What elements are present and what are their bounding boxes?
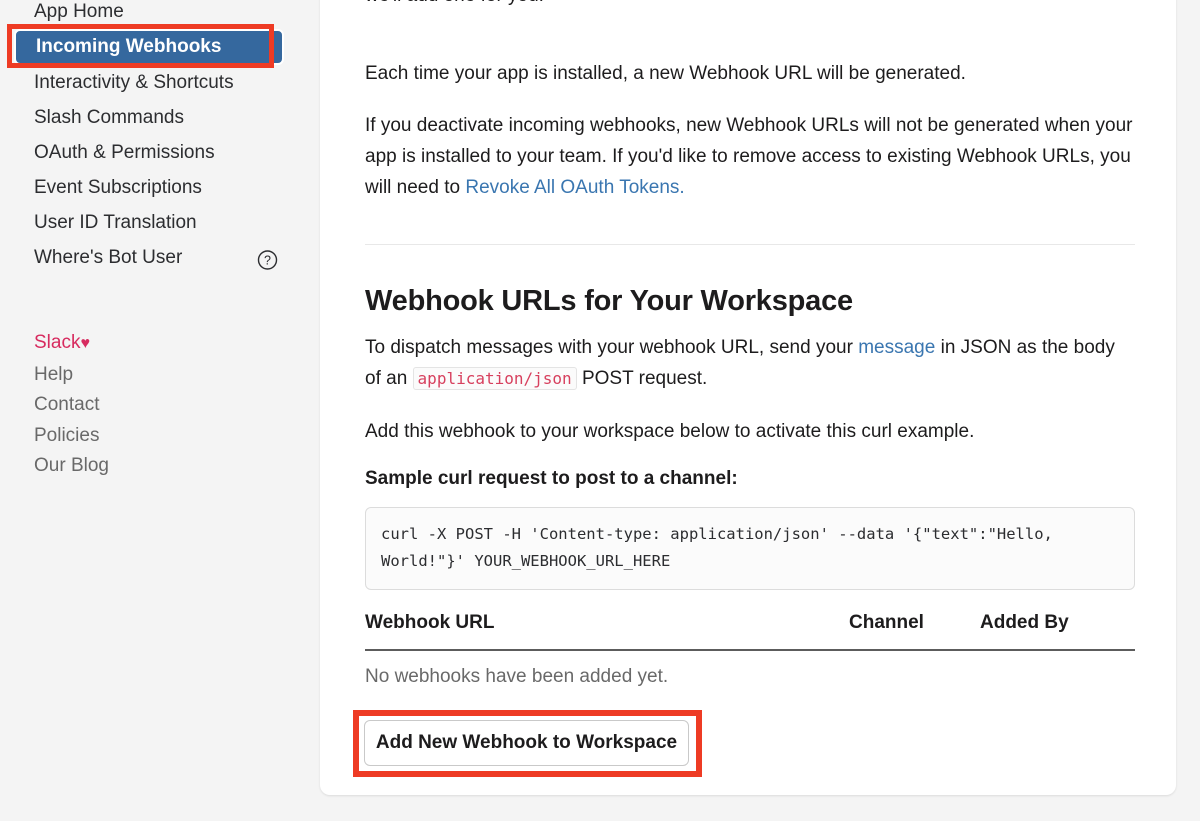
sidebar-nav: App Home Incoming Webhooks Interactivity… (0, 0, 300, 275)
footer-link-our-blog[interactable]: Our Blog (34, 451, 274, 482)
dispatch-text-post: POST request. (576, 368, 708, 389)
sidebar-item-wheres-bot-user[interactable]: Where's Bot User ? (0, 240, 300, 275)
footer-link-contact[interactable]: Contact (34, 390, 274, 421)
webhooks-table-header: Webhook URL Channel Added By (365, 612, 1135, 650)
sidebar-footer-links: Slack♥ Help Contact Policies Our Blog (34, 328, 274, 482)
sidebar-item-label: Interactivity & Shortcuts (34, 72, 234, 93)
svg-text:?: ? (264, 253, 271, 267)
column-header-channel: Channel (849, 612, 924, 633)
footer-link-slack[interactable]: Slack♥ (34, 328, 274, 360)
footer-link-label: Policies (34, 424, 100, 446)
sidebar-item-label: Where's Bot User (34, 247, 183, 268)
webhooks-empty-message: No webhooks have been added yet. (365, 666, 669, 687)
dispatch-text-pre: To dispatch messages with your webhook U… (365, 337, 859, 358)
sidebar-item-incoming-webhooks[interactable]: Incoming Webhooks (14, 29, 284, 65)
add-webhook-paragraph: Add this webhook to your workspace below… (365, 421, 975, 442)
content-card: we'll add one for you. Each time your ap… (320, 0, 1176, 795)
deactivate-paragraph: If you deactivate incoming webhooks, new… (365, 110, 1135, 203)
page-title: Webhook URLs for Your Workspace (365, 285, 853, 317)
sidebar-item-oauth-permissions[interactable]: OAuth & Permissions (0, 135, 300, 170)
footer-link-label: Slack (34, 332, 81, 353)
message-link[interactable]: message (858, 337, 935, 358)
column-header-added-by: Added By (980, 612, 1069, 633)
sidebar-item-label: OAuth & Permissions (34, 142, 215, 163)
footer-link-help[interactable]: Help (34, 360, 274, 391)
sidebar-item-event-subscriptions[interactable]: Event Subscriptions (0, 170, 300, 205)
each-install-paragraph: Each time your app is installed, a new W… (365, 63, 966, 84)
dispatch-paragraph: To dispatch messages with your webhook U… (365, 332, 1125, 394)
footer-link-label: Help (34, 363, 74, 385)
sidebar-item-label: Incoming Webhooks (36, 36, 222, 57)
column-header-webhook-url: Webhook URL (365, 612, 495, 633)
sidebar-item-interactivity-shortcuts[interactable]: Interactivity & Shortcuts (0, 65, 300, 100)
add-new-webhook-button[interactable]: Add New Webhook to Workspace (364, 720, 689, 766)
table-header-rule (365, 649, 1135, 651)
intro-paragraph-tail: we'll add one for you. (365, 0, 1135, 11)
footer-link-label: Contact (34, 394, 100, 415)
heart-icon: ♥ (80, 335, 90, 352)
section-divider (365, 244, 1135, 245)
footer-link-policies[interactable]: Policies (34, 421, 274, 452)
sidebar-item-label: User ID Translation (34, 212, 197, 233)
sidebar-item-label: Slash Commands (34, 107, 184, 128)
question-circle-icon[interactable]: ? (257, 247, 278, 270)
slack-app-incoming-webhooks-page: App Home Incoming Webhooks Interactivity… (0, 0, 1200, 821)
sample-curl-label: Sample curl request to post to a channel… (365, 468, 738, 489)
sidebar-item-slash-commands[interactable]: Slash Commands (0, 100, 300, 135)
inline-code-content-type: application/json (412, 367, 577, 390)
sidebar-item-label: Event Subscriptions (34, 177, 202, 198)
sidebar-item-app-home[interactable]: App Home (0, 0, 300, 29)
revoke-all-oauth-tokens-link[interactable]: Revoke All OAuth Tokens. (465, 177, 684, 198)
sidebar-item-label: App Home (34, 1, 124, 22)
footer-link-label: Our Blog (34, 455, 109, 476)
sidebar-item-user-id-translation[interactable]: User ID Translation (0, 205, 300, 240)
sidebar: App Home Incoming Webhooks Interactivity… (0, 0, 320, 821)
curl-code-block: curl -X POST -H 'Content-type: applicati… (365, 507, 1135, 590)
